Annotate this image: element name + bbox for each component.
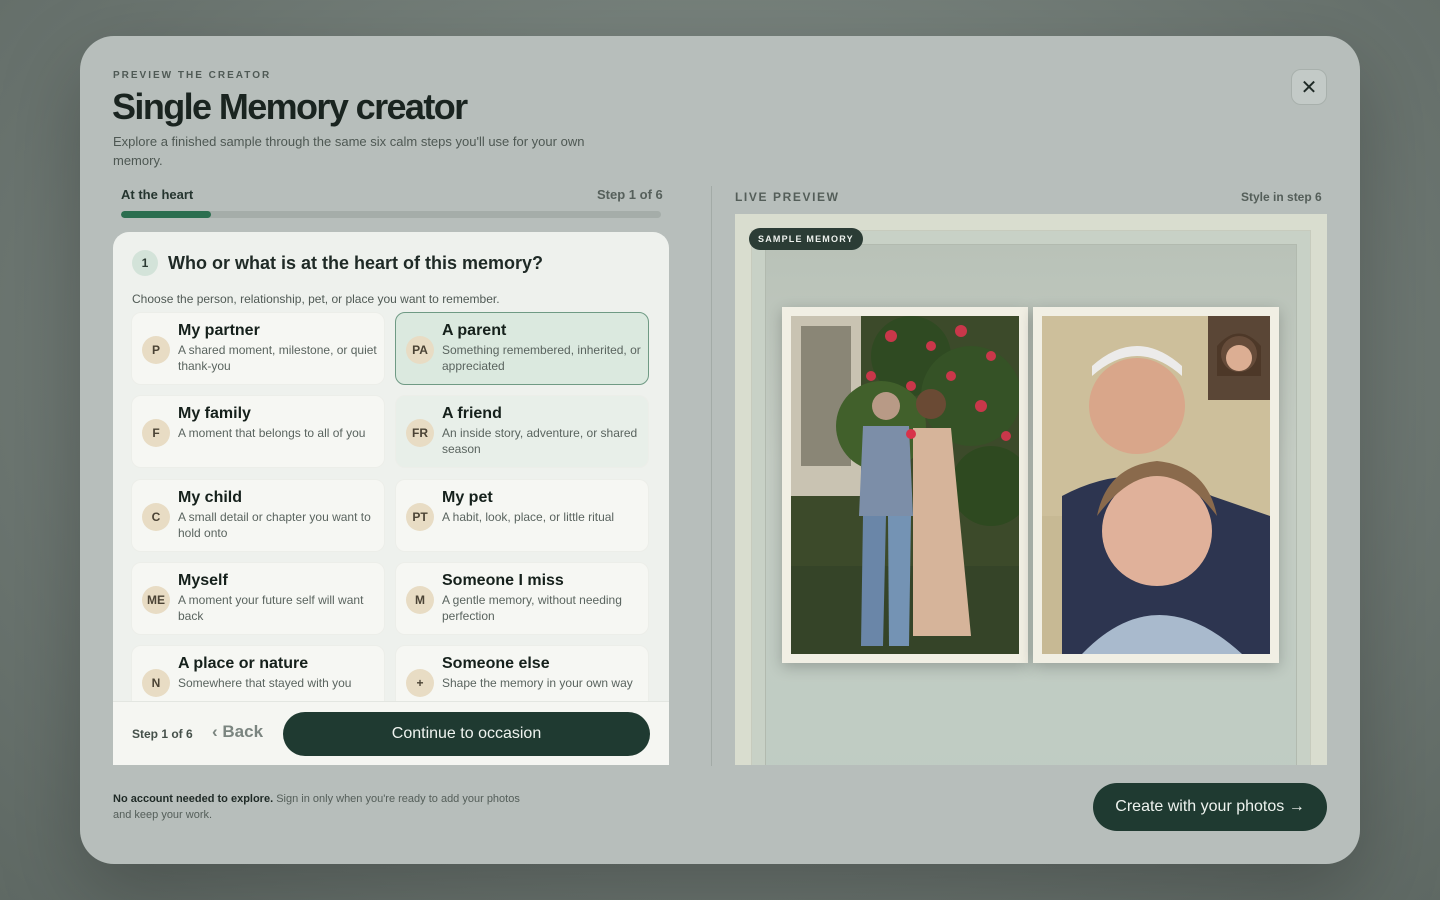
close-button[interactable]: ✕ [1291,69,1327,105]
live-preview: SAMPLE MEMORY [735,214,1327,765]
option-badge: PA [406,336,434,364]
option-title: Someone else [442,655,550,672]
option-title: A parent [442,322,507,339]
chevron-left-icon: ‹ [212,722,218,741]
style-note: Style in step 6 [1241,190,1322,204]
option-card[interactable]: ME Myself A moment your future self will w… [131,562,385,635]
back-label: Back [222,722,264,741]
create-with-photos-button[interactable]: Create with your photos → [1093,783,1327,831]
option-badge: FR [406,419,434,447]
panel-footer: Step 1 of 6 ‹ Back Continue to occasion [113,701,669,765]
option-title: A place or nature [178,655,309,672]
option-description: A gentle memory, without needing perfect… [442,593,622,623]
question-hint: Choose the person, relationship, pet, or… [132,292,500,306]
option-title: Myself [178,572,228,589]
option-badge: ME [142,586,170,614]
footer-step: Step 1 of 6 [132,727,193,741]
back-button[interactable]: ‹ Back [212,722,263,742]
photo-couple-roses [782,307,1028,663]
bottom-note-bold: No account needed to explore. [113,793,274,805]
close-icon: ✕ [1300,76,1318,99]
question-number: 1 [132,250,158,276]
creator-modal: PREVIEW THE CREATOR Single Memory creato… [80,36,1360,864]
option-description: A habit, look, place, or little ritual [442,510,615,524]
sample-memory-badge: SAMPLE MEMORY [749,228,863,250]
option-title: My partner [178,322,260,339]
option-title: A friend [442,405,502,422]
option-badge: + [406,669,434,697]
option-card[interactable]: P My partner A shared moment, milestone, o… [131,312,385,385]
divider [711,186,712,766]
option-description: A moment your future self will want back [178,593,364,623]
option-description: A small detail or chapter you want to ho… [178,510,371,540]
subtitle: Explore a finished sample through the sa… [113,134,585,168]
option-title: My child [178,489,243,506]
option-card[interactable]: F My family A moment that belongs to all o… [131,395,385,468]
option-description: An inside story, adventure, or shared se… [442,426,638,456]
progress-bar [121,211,661,218]
progress-fill [121,211,212,218]
option-card[interactable]: PA A parent Something remembered, inherite… [395,312,649,385]
option-description: Somewhere that stayed with you [178,676,352,690]
option-description: Shape the memory in your own way [442,676,633,690]
option-title: Someone I miss [442,572,564,589]
question-text: Who or what is at the heart of this memo… [168,253,544,273]
option-card[interactable]: M Someone I miss A gentle memory, without … [395,562,649,635]
photo-video-call [1033,307,1279,663]
eyebrow: PREVIEW THE CREATOR [113,70,272,81]
step-name: At the heart [121,187,194,202]
question-panel: 1 Who or what is at the heart of this me… [113,232,669,765]
option-title: My pet [442,489,493,506]
step-count: Step 1 of 6 [597,187,663,202]
option-title: My family [178,405,251,422]
option-description: A shared moment, milestone, or quiet tha… [178,343,377,373]
continue-button[interactable]: Continue to occasion [283,712,650,756]
option-badge: C [142,503,170,531]
option-badge: N [142,669,170,697]
option-card[interactable]: C My child A small detail or chapter you w… [131,479,385,552]
live-preview-label: LIVE PREVIEW [735,190,840,204]
option-badge: PT [406,503,434,531]
page-title: Single Memory creator [112,86,468,127]
option-badge: P [142,336,170,364]
option-description: Something remembered, inherited, or appr… [442,343,641,373]
option-badge: M [406,586,434,614]
bottom-note: No account needed to explore. Sign in on… [113,791,533,823]
option-card[interactable]: FR A friend An inside story, adventure, or… [395,395,649,468]
option-badge: F [142,419,170,447]
option-description: A moment that belongs to all of you [178,426,366,440]
option-card[interactable]: PT My pet A habit, look, place, or little … [395,479,649,552]
